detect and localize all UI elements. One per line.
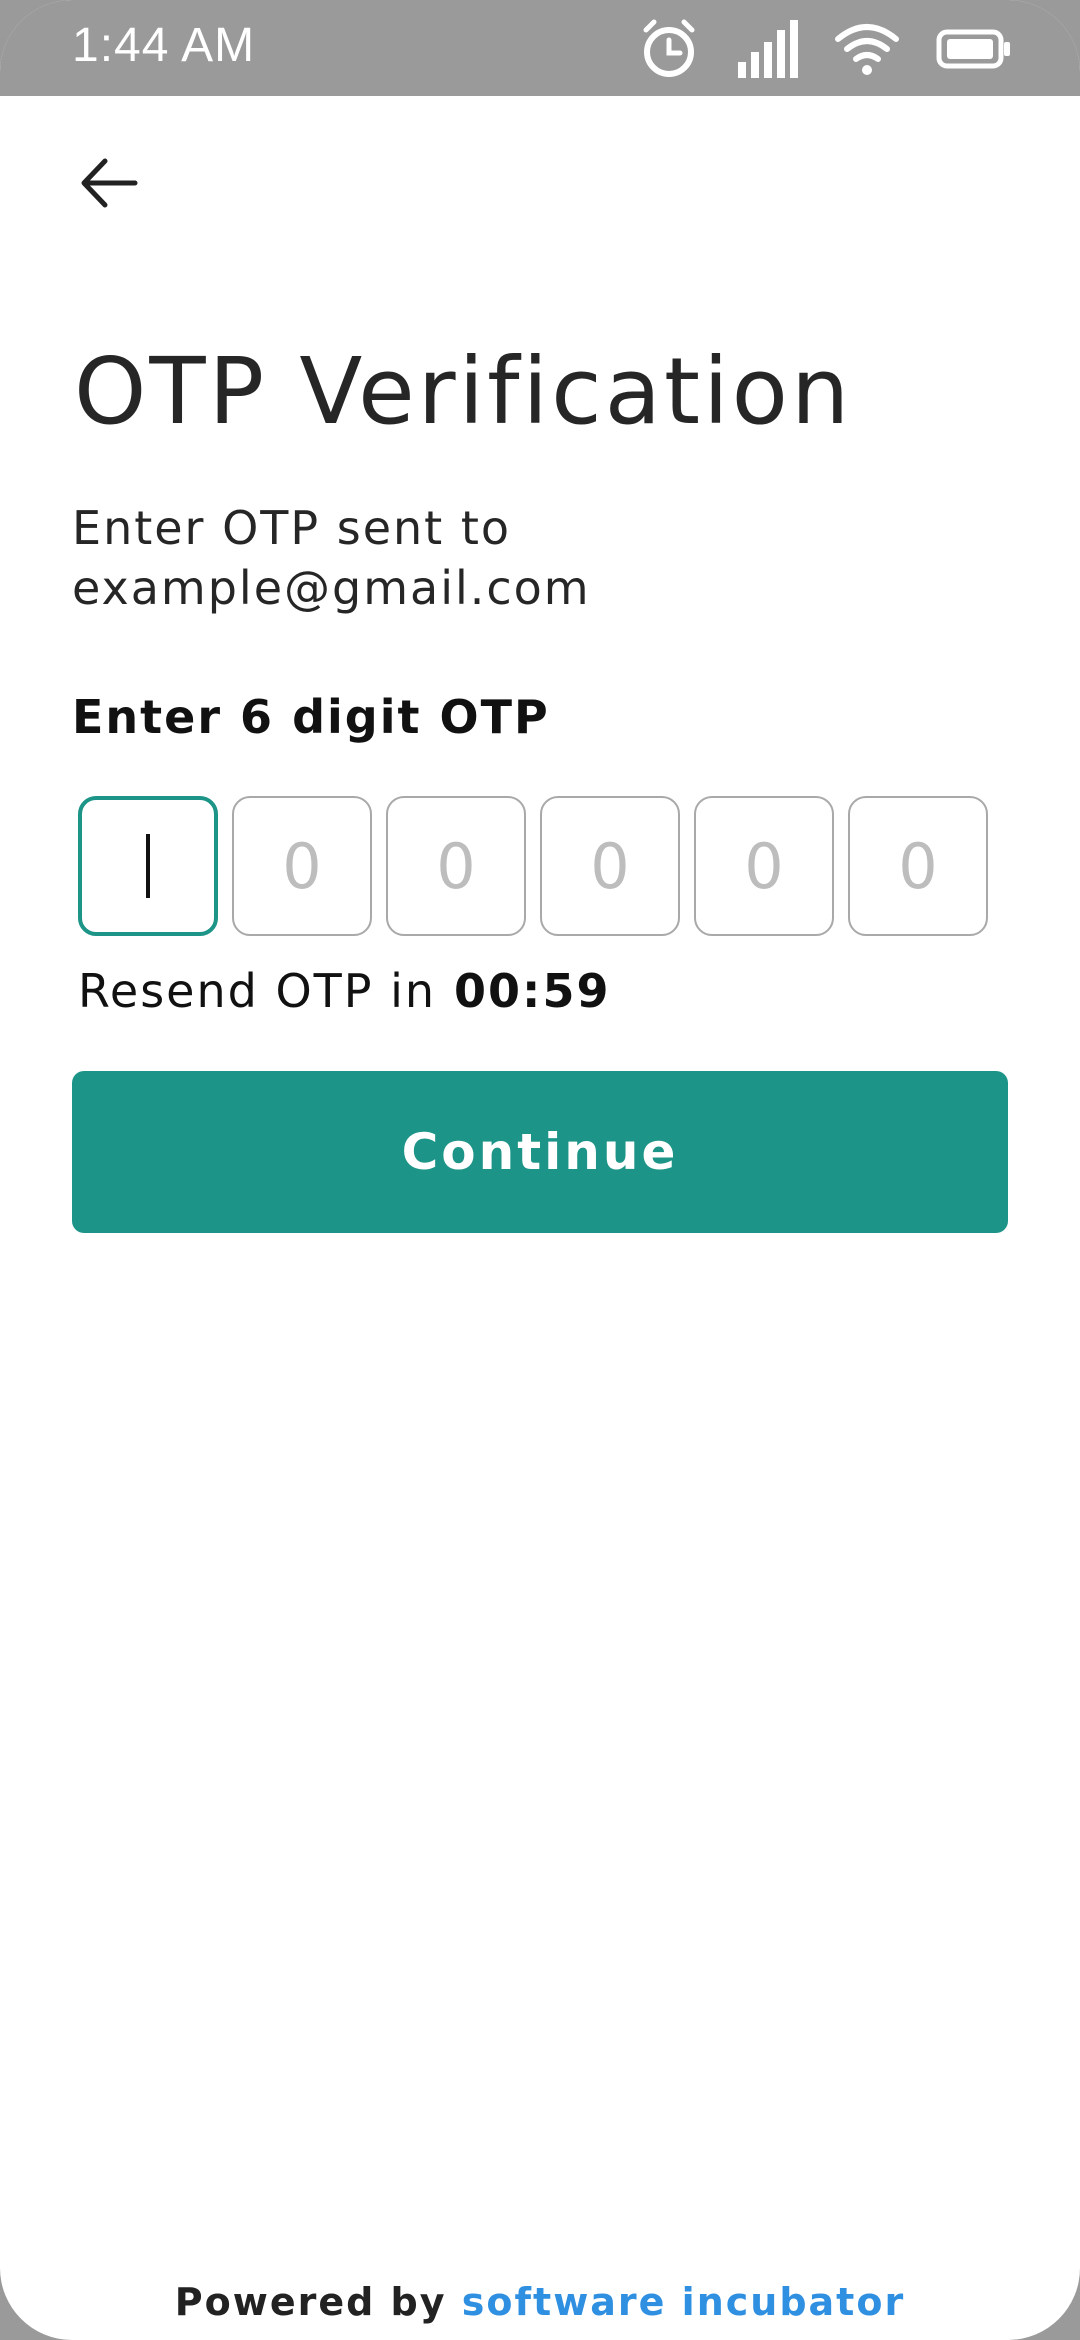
otp-digit-6[interactable]: 0	[848, 796, 988, 936]
otp-recipient-email: example@gmail.com	[72, 561, 591, 615]
status-bar: 1:44 AM	[0, 0, 1080, 96]
otp-sent-message: Enter OTP sent to example@gmail.com	[72, 498, 591, 618]
wifi-icon	[834, 21, 900, 77]
resend-countdown: 00:59	[454, 964, 611, 1018]
otp-digit-2[interactable]: 0	[232, 796, 372, 936]
otp-sent-prefix: Enter OTP sent to	[72, 501, 512, 555]
brand-link[interactable]: software incubator	[462, 2280, 905, 2324]
powered-by-label: Powered by	[174, 2280, 447, 2324]
otp-digit-1[interactable]	[78, 796, 218, 936]
text-caret	[146, 834, 150, 898]
battery-icon	[936, 29, 1012, 69]
powered-by-footer: Powered by software incubator	[0, 2280, 1080, 2324]
otp-digit-3[interactable]: 0	[386, 796, 526, 936]
otp-field-label: Enter 6 digit OTP	[72, 690, 550, 744]
otp-digit-5[interactable]: 0	[694, 796, 834, 936]
status-icons	[638, 14, 1012, 84]
back-button[interactable]	[64, 140, 154, 230]
otp-digit-4[interactable]: 0	[540, 796, 680, 936]
otp-input-group: 0 0 0 0 0	[78, 796, 988, 936]
signal-icon	[736, 18, 798, 80]
screen: 1:44 AM OTP Verification Enter OTP sent …	[0, 0, 1080, 2340]
alarm-icon	[638, 18, 700, 80]
resend-otp: Resend OTP in 00:59	[78, 964, 610, 1018]
page-title: OTP Verification	[74, 338, 853, 445]
continue-button[interactable]: Continue	[72, 1071, 1008, 1233]
resend-otp-label: Resend OTP in	[78, 964, 437, 1018]
status-time: 1:44 AM	[72, 19, 256, 72]
arrow-left-icon	[79, 157, 139, 214]
